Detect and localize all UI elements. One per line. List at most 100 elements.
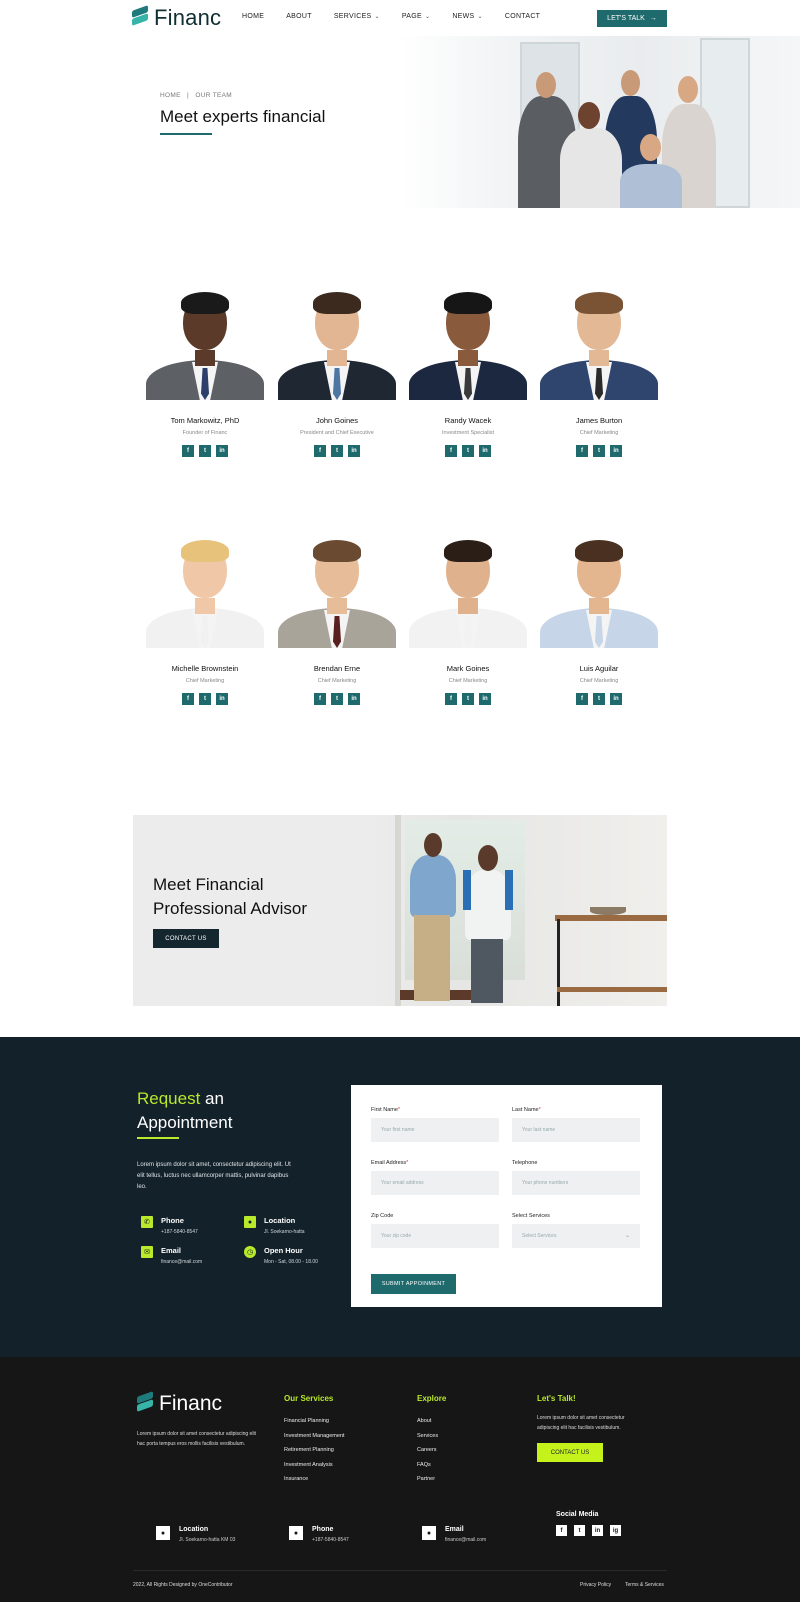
linkedin-icon[interactable]: in [610,445,622,457]
email-label: Email Address* [371,1160,409,1166]
linkedin-icon[interactable]: in [479,693,491,705]
terms-link[interactable]: Terms & Services [625,1582,664,1588]
twitter-icon[interactable]: t [462,693,474,705]
member-social-links: f t in [539,693,659,705]
hero-section: HOME | OUR TEAM Meet experts financial [0,36,800,208]
facebook-icon[interactable]: f [445,445,457,457]
footer-divider [133,1570,667,1571]
location-pin-icon: ● [156,1526,170,1540]
member-social-links: f t in [145,445,265,457]
submit-appointment-button[interactable]: SUBMIT APPOINMENT [371,1274,456,1294]
member-name: Mark Goines [446,664,490,673]
footer-link[interactable]: Services [417,1433,438,1439]
team-group-photo [400,36,800,208]
twitter-icon[interactable]: t [331,693,343,705]
footer-link[interactable]: FAQs [417,1462,431,1468]
twitter-icon[interactable]: t [199,445,211,457]
lets-talk-button[interactable]: LET'S TALK → [597,10,667,27]
footer-link[interactable]: Insurance [284,1476,308,1482]
info-location: ● Location Jl. Soekarno-hatta [244,1216,305,1235]
logo-mark-icon [137,1391,153,1416]
member-name: Randy Wacek [444,416,492,425]
member-name: Luis Aguilar [579,664,619,673]
member-role: Investment Specialist [442,430,494,436]
linkedin-icon[interactable]: in [592,1525,603,1536]
twitter-icon[interactable]: t [593,693,605,705]
member-role: President and Chief Executive [300,430,374,436]
location-pin-icon: ● [422,1526,436,1540]
facebook-icon[interactable]: f [314,693,326,705]
linkedin-icon[interactable]: in [216,445,228,457]
linkedin-icon[interactable]: in [348,445,360,457]
facebook-icon[interactable]: f [182,445,194,457]
linkedin-icon[interactable]: in [479,445,491,457]
footer-contact-value: Jl. Soekarno-hatta KM 03 [179,1537,236,1543]
team-member-card: James Burton Chief Marketing f t in [539,282,659,457]
footer-link[interactable]: Investment Analysis [284,1462,333,1468]
first-name-field[interactable]: Your first name [371,1118,499,1142]
facebook-icon[interactable]: f [556,1525,567,1536]
member-social-links: f t in [145,693,265,705]
services-select[interactable]: Select Services ⌄ [512,1224,640,1248]
facebook-icon[interactable]: f [445,693,457,705]
banner-title-line1: Meet Financial [153,875,264,894]
contact-us-button[interactable]: CONTACT US [153,929,219,948]
breadcrumb: HOME | OUR TEAM [160,92,232,99]
telephone-field[interactable]: Your phone numbers [512,1171,640,1195]
last-name-field[interactable]: Your last name [512,1118,640,1142]
member-role: Chief Marketing [185,678,225,684]
linkedin-icon[interactable]: in [610,693,622,705]
twitter-icon[interactable]: t [574,1525,585,1536]
privacy-policy-link[interactable]: Privacy Policy [580,1582,611,1588]
member-role: Chief Marketing [579,430,619,436]
footer-link[interactable]: About [417,1418,431,1424]
twitter-icon[interactable]: t [199,693,211,705]
facebook-icon[interactable]: f [576,445,588,457]
linkedin-icon[interactable]: in [216,693,228,705]
footer-link[interactable]: Careers [417,1447,437,1453]
footer-link[interactable]: Partner [417,1476,435,1482]
zip-field[interactable]: Your zip code [371,1224,499,1248]
nav-home[interactable]: HOME [242,13,264,20]
member-photo [409,282,527,400]
facebook-icon[interactable]: f [576,693,588,705]
chevron-down-icon: ⌄ [424,14,431,20]
appointment-text: Lorem ipsum dolor sit amet, consectetur … [137,1162,291,1190]
nav-news[interactable]: NEWS ⌄ [452,13,483,20]
twitter-icon[interactable]: t [331,445,343,457]
member-social-links: f t in [277,693,397,705]
footer-contact-button[interactable]: CONTACT US [537,1443,603,1462]
email-icon: ✉ [141,1246,153,1258]
lets-talk-label: LET'S TALK [607,15,645,22]
footer-link[interactable]: Retirement Planning [284,1447,334,1453]
footer-contact-value: finance@mail.com [445,1537,487,1543]
nav-about[interactable]: ABOUT [286,13,312,20]
lets-talk-text: Lorem ipsum dolor sit amet consectetur a… [537,1415,625,1431]
footer-logo[interactable]: Financ [137,1391,222,1416]
nav-services[interactable]: SERVICES ⌄ [334,13,380,20]
facebook-icon[interactable]: f [314,445,326,457]
linkedin-icon[interactable]: in [348,693,360,705]
member-social-links: f t in [277,445,397,457]
arrow-right-icon: → [649,15,657,22]
info-label: Open Hour [264,1246,303,1255]
appointment-title-highlight: Request [137,1089,201,1108]
banner-title-line2: Professional Advisor [153,899,308,918]
member-name: Brendan Erne [313,664,361,673]
nav-contact[interactable]: CONTACT [505,13,540,20]
breadcrumb-home[interactable]: HOME [160,92,181,99]
breadcrumb-current: OUR TEAM [195,92,232,99]
logo-text: Financ [154,5,222,30]
clock-icon: ◷ [244,1246,256,1258]
twitter-icon[interactable]: t [462,445,474,457]
nav-page[interactable]: PAGE ⌄ [402,13,430,20]
appointment-title-rest: an [200,1089,224,1108]
logo[interactable]: Financ [132,5,221,31]
footer-link[interactable]: Financial Planning [284,1418,329,1424]
facebook-icon[interactable]: f [182,693,194,705]
email-field[interactable]: Your email address [371,1171,499,1195]
instagram-icon[interactable]: ig [610,1525,621,1536]
info-phone: ✆ Phone +187-5840-8547 [141,1216,198,1235]
twitter-icon[interactable]: t [593,445,605,457]
footer-link[interactable]: Investment Management [284,1433,345,1439]
